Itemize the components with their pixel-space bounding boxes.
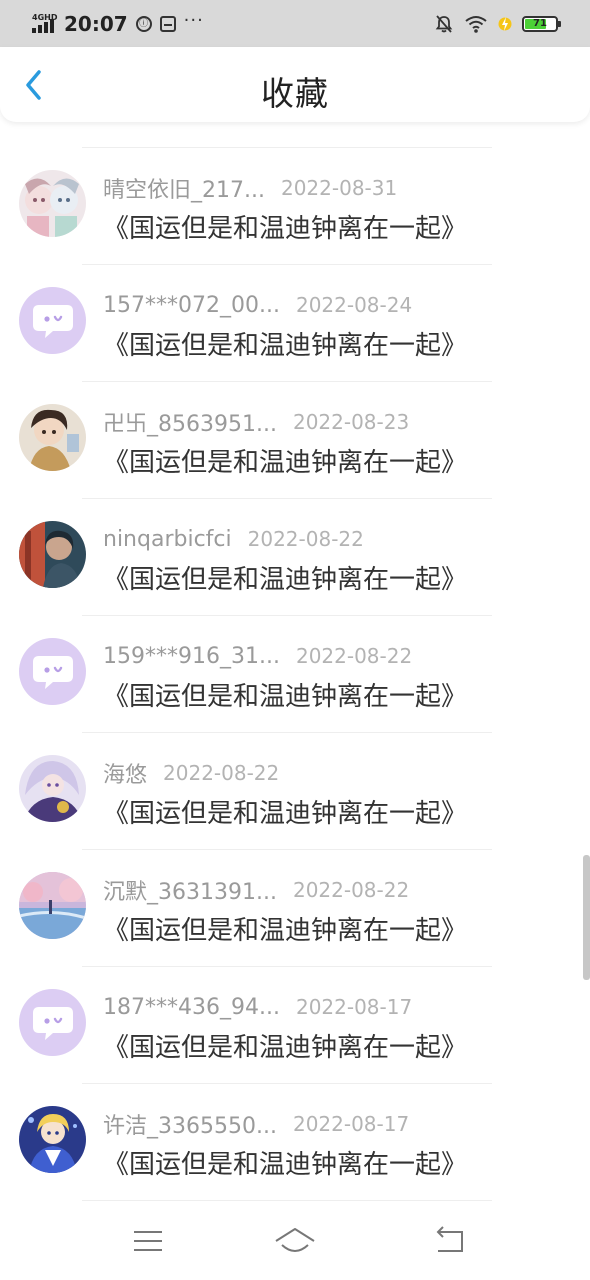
username: 157***072_00... [103, 292, 280, 318]
username: 187***436_94... [103, 994, 280, 1020]
anime-avatar-4 [19, 755, 86, 822]
date: 2022-08-24 [295, 293, 413, 317]
back-nav-button[interactable] [428, 1223, 472, 1259]
status-bar: 4GHD 20:07 ⓘ ··· 71 [0, 0, 590, 47]
item-title: 《国运但是和温迪钟离在一起》 [103, 799, 468, 829]
username: 晴空依旧_217... [103, 178, 265, 203]
item-title: 《国运但是和温迪钟离在一起》 [103, 565, 468, 595]
date: 2022-08-31 [280, 176, 398, 200]
default-chat-avatar [32, 1006, 73, 1040]
item-title: 《国运但是和温迪钟离在一起》 [103, 682, 468, 712]
date: 2022-08-17 [295, 995, 413, 1019]
username: ninqarbicfci [103, 526, 232, 552]
list-item[interactable]: 海悠 2022-08-22 《国运但是和温迪钟离在一起》 [0, 733, 590, 850]
page-title: 收藏 [261, 74, 329, 113]
anime-avatar-1 [19, 170, 86, 237]
anime-avatar-2 [19, 404, 86, 471]
item-meta: 187***436_94... 2022-08-17 [103, 993, 412, 1021]
anime-avatar-3 [19, 521, 86, 588]
list-item[interactable]: ninqarbicfci 2022-08-22 《国运但是和温迪钟离在一起》 [0, 499, 590, 616]
avatar [19, 170, 86, 237]
item-meta: 海悠 2022-08-22 [103, 759, 280, 788]
item-meta: 157***072_00... 2022-08-24 [103, 291, 412, 319]
battery-icon: 71 [522, 15, 561, 32]
item-meta: 晴空依旧_217... 2022-08-31 [103, 174, 398, 203]
item-meta: 许洁_3365550... 2022-08-17 [103, 1110, 410, 1139]
item-meta: 沉默_3631391... 2022-08-22 [103, 876, 410, 905]
mute-bell-icon [435, 14, 453, 33]
avatar [19, 404, 86, 471]
menu-button[interactable] [126, 1223, 170, 1259]
vpn-icon: ⓘ [135, 15, 152, 32]
signal-icon: 4GHD [30, 13, 60, 35]
date: 2022-08-22 [292, 878, 410, 902]
home-icon [275, 1228, 315, 1252]
status-time: 20:07 [64, 11, 128, 36]
item-title: 《国运但是和温迪钟离在一起》 [103, 1150, 468, 1180]
header: 收藏 [0, 47, 590, 122]
default-chat-avatar [32, 655, 73, 689]
avatar [19, 872, 86, 939]
avatar [19, 638, 86, 705]
avatar [19, 1106, 86, 1173]
username: 许洁_3365550... [103, 1114, 277, 1139]
item-meta: 159***916_31... 2022-08-22 [103, 642, 412, 670]
sim-card-icon [159, 15, 176, 32]
list-item[interactable]: 晴空依旧_217... 2022-08-31 《国运但是和温迪钟离在一起》 [0, 148, 590, 265]
item-meta: 卍卐_8563951... 2022-08-23 [103, 408, 410, 437]
date: 2022-08-22 [163, 761, 280, 785]
item-title: 《国运但是和温迪钟离在一起》 [103, 214, 468, 244]
username: 沉默_3631391... [103, 880, 277, 905]
item-title: 《国运但是和温迪钟离在一起》 [103, 331, 468, 361]
avatar [19, 521, 86, 588]
favorites-list[interactable]: 晴空依旧_217... 2022-08-31 《国运但是和温迪钟离在一起》 15… [0, 122, 590, 1205]
avatar [19, 755, 86, 822]
menu-icon [134, 1231, 162, 1251]
list-item[interactable]: 卍卐_8563951... 2022-08-23 《国运但是和温迪钟离在一起》 [0, 382, 590, 499]
list-item[interactable]: 沉默_3631391... 2022-08-22 《国运但是和温迪钟离在一起》 [0, 850, 590, 967]
username: 海悠 [103, 763, 148, 788]
list-item[interactable]: 157***072_00... 2022-08-24 《国运但是和温迪钟离在一起… [0, 265, 590, 382]
wifi-icon [465, 15, 487, 33]
list-item[interactable]: 187***436_94... 2022-08-17 《国运但是和温迪钟离在一起… [0, 967, 590, 1084]
item-meta: ninqarbicfci 2022-08-22 [103, 525, 364, 553]
avatar [19, 287, 86, 354]
date: 2022-08-22 [247, 527, 364, 551]
date: 2022-08-22 [295, 644, 413, 668]
username: 159***916_31... [103, 643, 280, 669]
item-title: 《国运但是和温迪钟离在一起》 [103, 916, 468, 946]
item-title: 《国运但是和温迪钟离在一起》 [103, 1033, 468, 1063]
username: 卍卐_8563951... [103, 412, 277, 437]
charging-icon [498, 16, 512, 31]
list-divider [82, 1200, 492, 1201]
date: 2022-08-23 [292, 410, 410, 434]
back-icon [436, 1226, 463, 1252]
list-item[interactable]: 159***916_31... 2022-08-22 《国运但是和温迪钟离在一起… [0, 616, 590, 733]
list-item[interactable]: 许洁_3365550... 2022-08-17 《国运但是和温迪钟离在一起》 [0, 1084, 590, 1201]
scrollbar[interactable] [583, 855, 590, 980]
home-button[interactable] [273, 1223, 317, 1259]
item-title: 《国运但是和温迪钟离在一起》 [103, 448, 468, 478]
anime-avatar-5 [19, 1106, 86, 1173]
battery-level: 71 [533, 17, 547, 29]
default-chat-avatar [32, 304, 73, 338]
avatar [19, 989, 86, 1056]
landscape-avatar [19, 872, 86, 939]
more-dots-icon: ··· [183, 10, 204, 31]
system-nav-bar [0, 1205, 590, 1280]
date: 2022-08-17 [292, 1112, 410, 1136]
